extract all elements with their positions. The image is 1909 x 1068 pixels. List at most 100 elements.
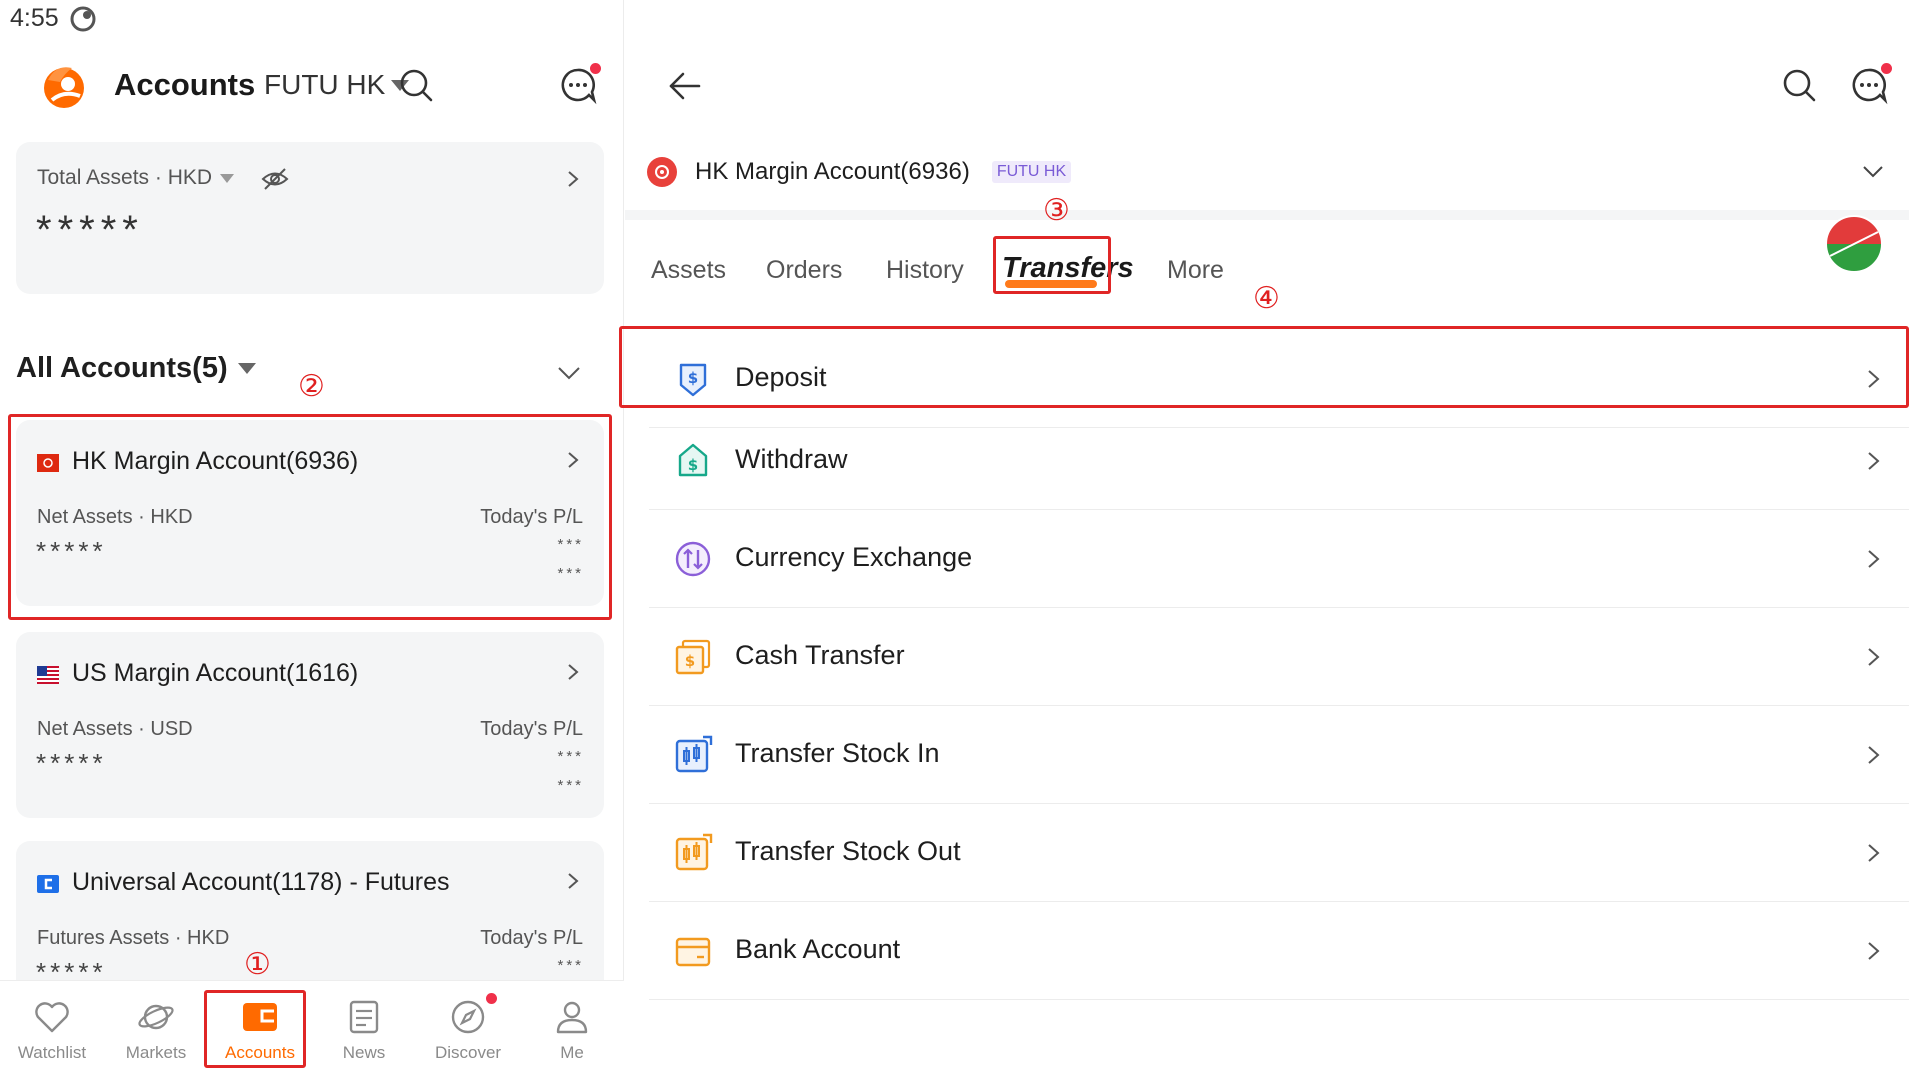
us-flag-icon: [37, 666, 59, 684]
currency-exchange-icon: [675, 541, 711, 577]
tab-label: Discover: [434, 1043, 502, 1062]
todays-pl-label: Today's P/L: [480, 927, 583, 949]
tab-label: Watchlist: [17, 1043, 87, 1062]
total-assets-card[interactable]: Total Assets · HKD *****: [16, 142, 604, 294]
transfer-stock-in-icon: [675, 735, 713, 773]
chevron-down-icon[interactable]: [1861, 160, 1885, 184]
notification-dot: [486, 993, 497, 1004]
net-assets-label: Net Assets · USD: [37, 718, 193, 740]
menu-item-label: Transfer Stock Out: [735, 836, 961, 866]
step-3-annotation: ③: [1043, 194, 1070, 227]
chevron-right-icon: [1868, 844, 1880, 862]
tab-watchlist[interactable]: Watchlist: [0, 981, 104, 1068]
tab-orders[interactable]: Orders: [766, 256, 842, 285]
chevron-right-icon: [1868, 452, 1880, 470]
account-card-universal-futures[interactable]: Universal Account(1178) - Futures Future…: [16, 841, 604, 980]
tab-markets[interactable]: Markets: [104, 981, 208, 1068]
menu-item-bank-account[interactable]: Bank Account: [649, 902, 1909, 1000]
hk-flag-icon: [647, 157, 677, 187]
hide-eye-icon[interactable]: [260, 164, 290, 194]
tab-assets[interactable]: Assets: [651, 256, 726, 285]
futures-assets-label: Futures Assets · HKD: [37, 927, 230, 949]
chevron-down-icon[interactable]: [556, 360, 582, 386]
broker-selector[interactable]: FUTU HK: [264, 69, 410, 101]
universal-account-icon: [37, 875, 59, 893]
section-divider: [625, 210, 1909, 220]
todays-pl-label: Today's P/L: [480, 718, 583, 740]
bank-account-icon: [675, 937, 711, 967]
menu-item-transfer-stock-in[interactable]: Transfer Stock In: [649, 706, 1909, 804]
tab-label: Markets: [125, 1043, 187, 1062]
compass-icon: [451, 1000, 485, 1034]
broker-badge: FUTU HK: [991, 161, 1072, 183]
highlight-box-accounts-tab: [204, 990, 306, 1068]
debug-sticker-icon[interactable]: [1824, 214, 1884, 274]
notification-dot: [590, 63, 601, 74]
menu-item-label: Withdraw: [735, 444, 848, 474]
caret-down-icon: [220, 173, 235, 183]
accounts-pane: 4:55 Accounts FUTU HK Total Assets · HKD…: [0, 0, 624, 1068]
notification-dot: [1881, 63, 1892, 74]
status-bar: 4:55: [10, 4, 97, 33]
futu-logo-icon: [44, 67, 84, 108]
step-1-annotation: ①: [244, 948, 271, 981]
app-root: 4:55 Accounts FUTU HK Total Assets · HKD…: [0, 0, 1909, 1068]
selected-account-name: HK Margin Account(6936): [695, 158, 970, 185]
svg-text:$: $: [688, 456, 698, 474]
account-card-us-margin[interactable]: US Margin Account(1616) Net Assets · USD…: [16, 632, 604, 818]
search-icon[interactable]: [396, 65, 436, 105]
account-detail-pane: HK Margin Account(6936) FUTU HK ③ Assets…: [619, 0, 1909, 1068]
accounts-header: Accounts FUTU HK: [0, 55, 624, 115]
total-assets-label: Total Assets · HKD: [37, 166, 213, 189]
todays-pl-percent: ***: [557, 777, 584, 794]
account-name: Universal Account(1178) - Futures: [72, 868, 450, 896]
menu-item-label: Cash Transfer: [735, 640, 905, 670]
menu-item-currency-exchange[interactable]: Currency Exchange: [649, 510, 1909, 608]
back-arrow-icon[interactable]: [667, 68, 703, 104]
menu-item-label: Bank Account: [735, 934, 901, 964]
search-icon[interactable]: [1779, 65, 1819, 105]
highlight-box-deposit: [619, 326, 1909, 408]
chevron-right-icon: [1868, 746, 1880, 764]
menu-item-label: Transfer Stock In: [735, 738, 940, 768]
all-accounts-title-group[interactable]: All Accounts(5): [16, 352, 256, 385]
caret-down-icon: [237, 363, 256, 374]
withdraw-icon: $: [678, 443, 708, 477]
total-assets-label-group[interactable]: Total Assets · HKD: [37, 166, 235, 190]
tab-label: Me: [560, 1043, 584, 1062]
step-4-annotation: ④: [1253, 282, 1280, 315]
bottom-tab-bar: Watchlist Markets Accounts News Discover…: [0, 980, 624, 1068]
tab-news[interactable]: News: [312, 981, 416, 1068]
transfer-stock-out-icon: [675, 833, 713, 871]
news-icon: [349, 1000, 379, 1034]
tab-discover[interactable]: Discover: [416, 981, 520, 1068]
tab-label: News: [342, 1043, 386, 1062]
net-assets-value: *****: [36, 748, 107, 778]
tab-more[interactable]: More: [1167, 256, 1224, 285]
heart-icon: [35, 1002, 69, 1033]
status-time: 4:55: [10, 4, 59, 32]
menu-item-transfer-stock-out[interactable]: Transfer Stock Out: [649, 804, 1909, 902]
tab-me[interactable]: Me: [520, 981, 624, 1068]
highlight-box-account: [8, 414, 612, 620]
todays-pl-value: ***: [557, 748, 584, 765]
svg-text:$: $: [685, 652, 695, 670]
account-selector[interactable]: HK Margin Account(6936) FUTU HK: [647, 150, 1072, 194]
todays-pl-value: ***: [557, 957, 584, 974]
menu-item-label: Currency Exchange: [735, 542, 973, 572]
app-status-icon: [70, 6, 96, 31]
tab-history[interactable]: History: [886, 256, 964, 285]
menu-item-cash-transfer[interactable]: $ Cash Transfer: [649, 608, 1909, 706]
all-accounts-title: All Accounts(5): [16, 352, 228, 384]
planet-icon: [138, 1004, 174, 1030]
futures-assets-value: *****: [36, 957, 107, 980]
account-name: US Margin Account(1616): [72, 659, 359, 687]
chevron-right-icon: [1868, 648, 1880, 666]
chevron-right-icon: [568, 664, 579, 680]
menu-item-withdraw[interactable]: $ Withdraw: [649, 412, 1909, 510]
person-icon: [556, 1001, 588, 1034]
chevron-right-icon: [568, 171, 579, 187]
highlight-box-transfers-tab: [993, 236, 1111, 294]
chevron-right-icon: [1868, 942, 1880, 960]
step-2-annotation: ②: [298, 370, 325, 403]
